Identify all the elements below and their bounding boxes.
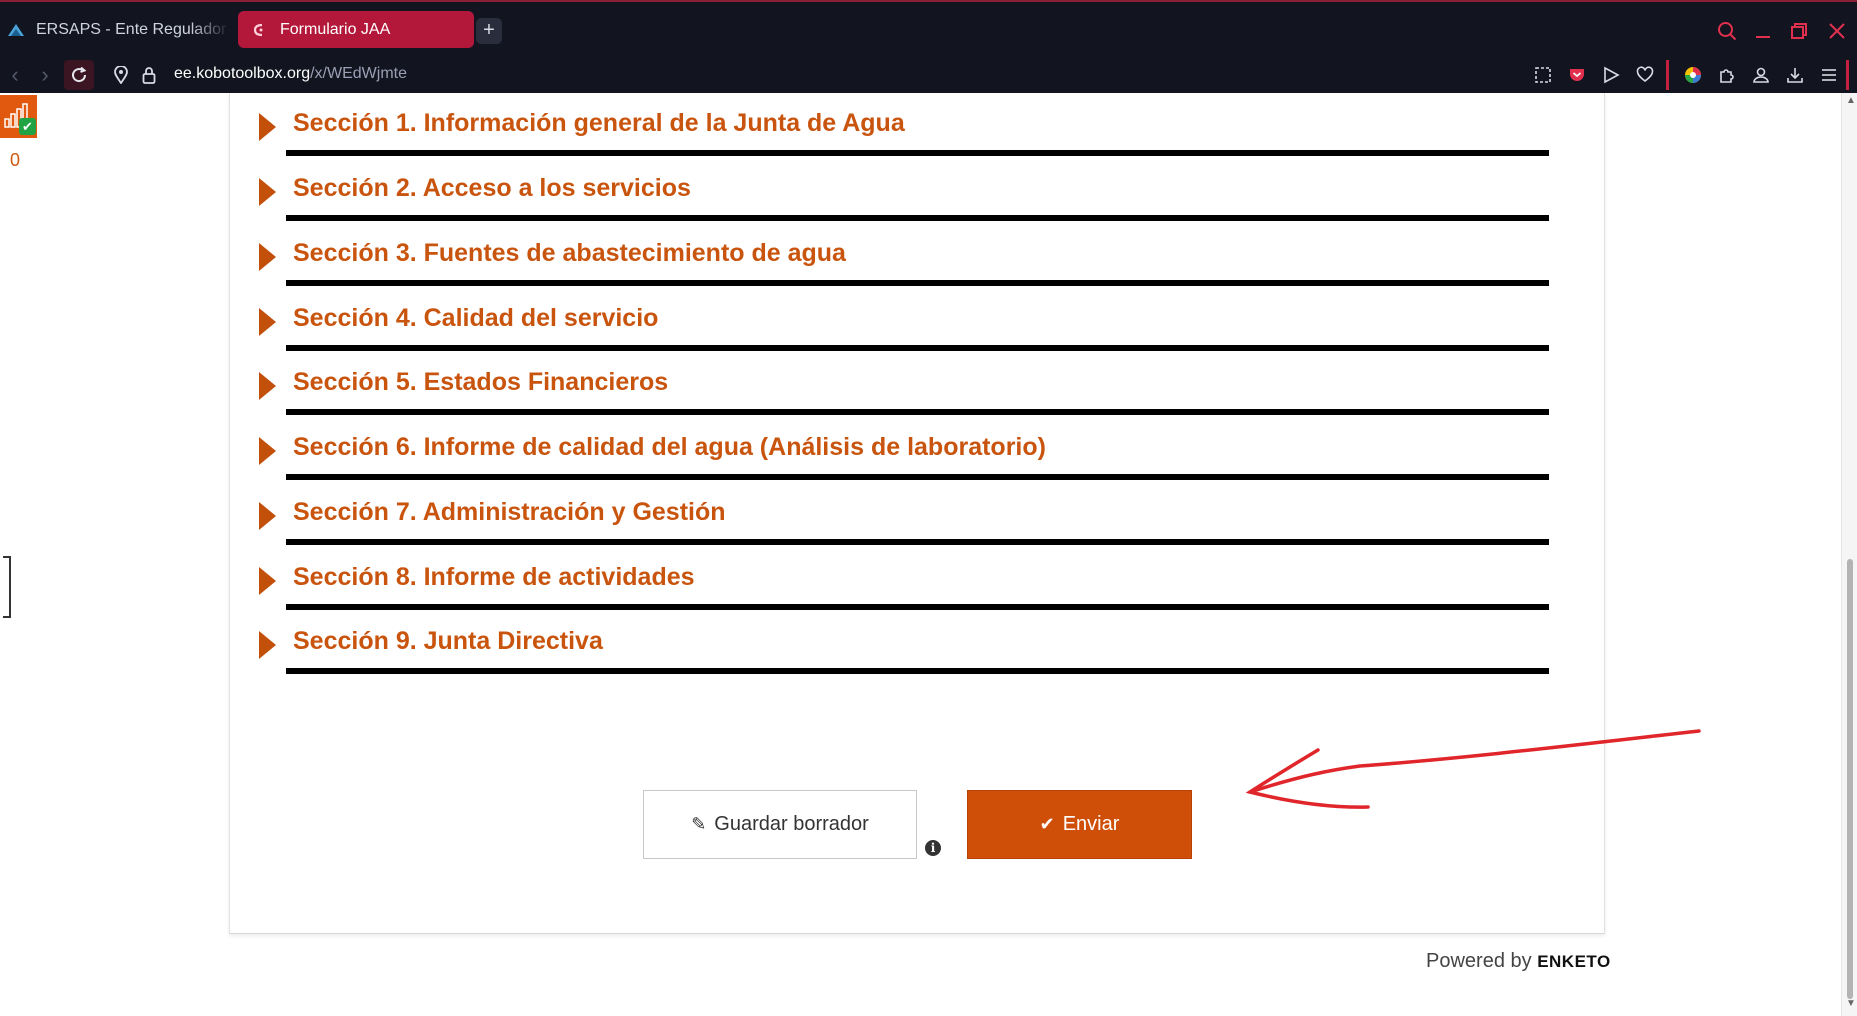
- section-divider: [286, 409, 1549, 415]
- expand-triangle-icon: [259, 243, 276, 271]
- tab-ersaps[interactable]: ERSAPS - Ente Regulador: [0, 11, 230, 48]
- scroll-thumb[interactable]: [1847, 559, 1853, 999]
- new-tab-button[interactable]: +: [476, 18, 502, 44]
- kobo-favicon-icon: [252, 21, 268, 39]
- expand-triangle-icon: [259, 631, 276, 659]
- restore-icon[interactable]: [1786, 18, 1812, 44]
- section-title: Sección 5. Estados Financieros: [293, 368, 669, 396]
- check-icon: ✔: [1039, 814, 1055, 834]
- section-divider: [286, 668, 1549, 674]
- signal-check-icon: ✔: [19, 118, 36, 135]
- side-handle[interactable]: [3, 556, 11, 618]
- section-divider: [286, 345, 1549, 351]
- reload-icon[interactable]: [64, 60, 94, 90]
- search-icon[interactable]: [1714, 18, 1740, 44]
- section-4[interactable]: Sección 4. Calidad del servicio: [256, 292, 1550, 351]
- save-draft-button[interactable]: ✎ Guardar borrador: [643, 790, 917, 859]
- section-title: Sección 9. Junta Directiva: [293, 627, 603, 655]
- info-icon[interactable]: i: [925, 840, 941, 856]
- section-title: Sección 2. Acceso a los servicios: [293, 174, 691, 202]
- section-title: Sección 3. Fuentes de abastecimiento de …: [293, 239, 846, 267]
- section-divider: [286, 604, 1549, 610]
- menu-icon[interactable]: [1816, 62, 1842, 88]
- section-title: Sección 1. Información general de la Jun…: [293, 109, 905, 137]
- section-8[interactable]: Sección 8. Informe de actividades: [256, 551, 1550, 610]
- url-field[interactable]: ee.kobotoolbox.org/x/WEdWjmte: [174, 65, 407, 83]
- lock-icon[interactable]: [134, 60, 164, 90]
- section-title: Sección 4. Calidad del servicio: [293, 304, 659, 332]
- section-divider: [286, 474, 1549, 480]
- close-icon[interactable]: [1824, 18, 1850, 44]
- color-wheel-icon[interactable]: [1680, 62, 1706, 88]
- account-icon[interactable]: [1748, 62, 1774, 88]
- section-3[interactable]: Sección 3. Fuentes de abastecimiento de …: [256, 227, 1550, 286]
- expand-triangle-icon: [259, 502, 276, 530]
- page-scrollbar[interactable]: ▲ ▼: [1841, 93, 1857, 1016]
- extensions-icon[interactable]: [1714, 62, 1740, 88]
- browser-tab-bar: ERSAPS - Ente Regulador Formulario JAA +: [0, 0, 1857, 56]
- ersaps-favicon-icon: [6, 21, 26, 39]
- powered-by: Powered by ENKETO: [1426, 950, 1611, 973]
- snapshot-icon[interactable]: [1530, 62, 1556, 88]
- enketo-logo[interactable]: ENKETO: [1537, 952, 1611, 971]
- forward-icon[interactable]: ›: [30, 60, 60, 90]
- tab-title: Formulario JAA: [280, 20, 391, 38]
- expand-triangle-icon: [259, 308, 276, 336]
- expand-triangle-icon: [259, 567, 276, 595]
- expand-triangle-icon: [259, 178, 276, 206]
- toolbar-separator: [1846, 60, 1849, 90]
- address-bar: ‹ › ee.kobotoolbox.org/x/WEdWjmte: [0, 56, 1857, 93]
- url-host: ee.kobotoolbox.org: [174, 65, 311, 82]
- submit-label: Enviar: [1062, 813, 1120, 835]
- queue-count: 0: [10, 150, 21, 170]
- section-title: Sección 8. Informe de actividades: [293, 563, 695, 591]
- section-divider: [286, 539, 1549, 545]
- section-5[interactable]: Sección 5. Estados Financieros: [256, 356, 1550, 415]
- save-draft-label: Guardar borrador: [714, 813, 869, 835]
- offline-status-indicator[interactable]: ✔: [0, 95, 37, 138]
- submit-button[interactable]: ✔ Enviar: [967, 790, 1192, 859]
- section-1[interactable]: Sección 1. Información general de la Jun…: [256, 97, 1550, 156]
- toolbar-separator: [1666, 60, 1669, 90]
- section-6[interactable]: Sección 6. Informe de calidad del agua (…: [256, 421, 1550, 480]
- pencil-icon: ✎: [691, 814, 707, 834]
- section-divider: [286, 150, 1549, 156]
- tab-formulario-jaa[interactable]: Formulario JAA: [238, 11, 474, 48]
- section-title: Sección 7. Administración y Gestión: [293, 498, 726, 526]
- download-icon[interactable]: [1782, 62, 1808, 88]
- pocket-icon[interactable]: [1564, 62, 1590, 88]
- back-icon[interactable]: ‹: [0, 60, 30, 90]
- url-path: /x/WEdWjmte: [310, 65, 407, 82]
- expand-triangle-icon: [259, 437, 276, 465]
- red-arrow-annotation: [1245, 729, 1701, 809]
- powered-by-text: Powered by: [1426, 950, 1532, 972]
- send-icon[interactable]: [1598, 62, 1624, 88]
- location-pin-icon[interactable]: [106, 60, 136, 90]
- scroll-up-icon[interactable]: ▲: [1846, 95, 1856, 106]
- scroll-down-icon[interactable]: ▼: [1846, 998, 1856, 1009]
- expand-triangle-icon: [259, 372, 276, 400]
- heart-icon[interactable]: [1632, 62, 1658, 88]
- section-7[interactable]: Sección 7. Administración y Gestión: [256, 486, 1550, 545]
- expand-triangle-icon: [259, 113, 276, 141]
- section-2[interactable]: Sección 2. Acceso a los servicios: [256, 162, 1550, 221]
- section-9[interactable]: Sección 9. Junta Directiva: [256, 615, 1550, 674]
- section-divider: [286, 280, 1549, 286]
- minimize-icon[interactable]: [1750, 18, 1776, 44]
- section-title: Sección 6. Informe de calidad del agua (…: [293, 433, 1046, 461]
- section-divider: [286, 215, 1549, 221]
